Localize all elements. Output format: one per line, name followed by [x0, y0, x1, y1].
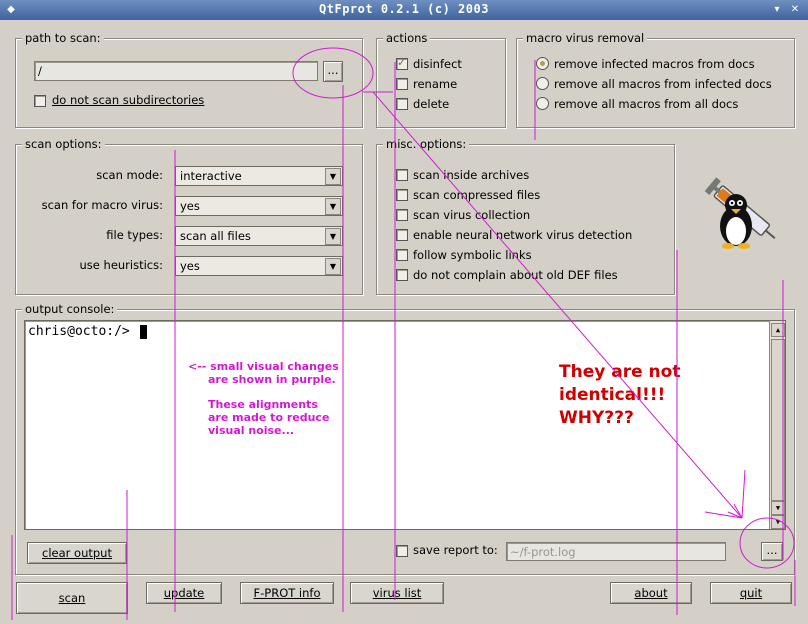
annotation-arrow-line [372, 91, 743, 519]
annotation-overlay [11, 47, 796, 620]
annotation-circle [292, 47, 374, 99]
annotation-arrow-line [741, 469, 746, 519]
annotation-arrow-line [704, 511, 743, 519]
annotation-circle [739, 517, 795, 569]
